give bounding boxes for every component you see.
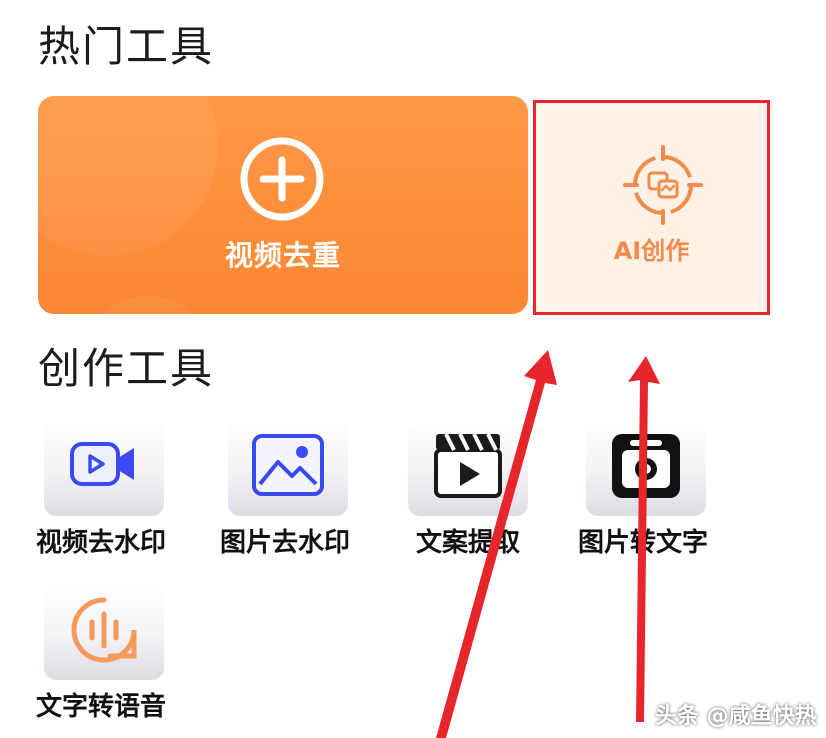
ai-create-card[interactable]: AI创作	[533, 100, 770, 315]
image-icon	[252, 434, 324, 496]
tool-tile	[586, 420, 706, 516]
video-camera-icon	[70, 442, 134, 486]
camera-scan-icon	[612, 434, 680, 498]
tool-tile	[408, 420, 528, 516]
hot-tools-title: 热门工具	[38, 22, 215, 71]
clapperboard-icon	[434, 433, 502, 498]
voice-wave-icon	[71, 597, 137, 663]
tool-tile	[44, 420, 164, 516]
watermark: 头条 @咸鱼快热	[655, 704, 817, 729]
tool-label: 图片转文字	[578, 528, 709, 558]
ai-create-label: AI创作	[613, 237, 690, 265]
creation-tools-title: 创作工具	[38, 344, 215, 393]
tool-tile	[228, 420, 348, 516]
tool-copy-extraction[interactable]: 文案提取	[408, 420, 528, 558]
tool-image-to-text[interactable]: 图片转文字	[578, 420, 708, 558]
video-dedupe-card[interactable]: 视频去重	[38, 96, 528, 314]
tool-label: 文字转语音	[36, 692, 167, 722]
tool-label: 文案提取	[416, 528, 521, 558]
tool-tile	[44, 584, 164, 680]
tool-image-watermark-removal[interactable]: 图片去水印	[220, 420, 350, 558]
ai-target-icon	[623, 145, 703, 225]
decor-circle	[38, 96, 218, 256]
plus-circle-icon	[240, 137, 324, 221]
tool-video-watermark-removal[interactable]: 视频去水印	[36, 420, 166, 558]
tool-label: 视频去水印	[36, 528, 167, 558]
decor-circle	[78, 296, 218, 314]
tool-text-to-speech[interactable]: 文字转语音	[36, 584, 166, 722]
tool-label: 图片去水印	[220, 528, 351, 558]
video-dedupe-label: 视频去重	[224, 239, 341, 272]
